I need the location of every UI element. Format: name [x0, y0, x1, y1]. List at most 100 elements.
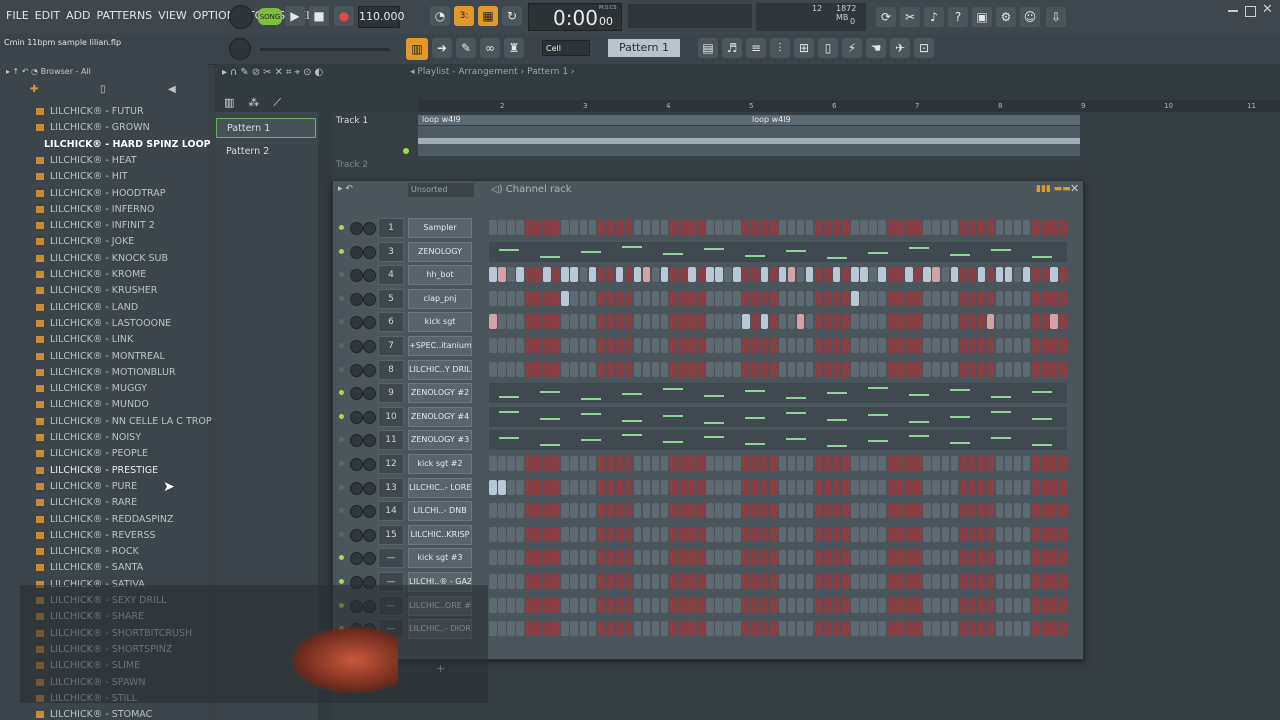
- step-button[interactable]: [733, 597, 741, 613]
- step-button[interactable]: [805, 597, 814, 613]
- step-button[interactable]: [1032, 479, 1040, 495]
- step-button[interactable]: [633, 220, 642, 235]
- step-button[interactable]: [887, 314, 895, 330]
- step-button[interactable]: [923, 267, 931, 283]
- step-button[interactable]: [832, 550, 841, 566]
- step-button[interactable]: [1004, 574, 1013, 589]
- step-button[interactable]: [642, 621, 651, 637]
- step-button[interactable]: [660, 597, 669, 613]
- step-button[interactable]: [670, 338, 678, 353]
- step-button[interactable]: [995, 456, 1004, 471]
- step-button[interactable]: [688, 220, 696, 235]
- step-button[interactable]: [688, 456, 696, 471]
- browser-item[interactable]: LILCHICK® - NN CELLE LA C TROP: [36, 416, 212, 427]
- step-button[interactable]: [841, 338, 850, 353]
- step-button[interactable]: [516, 574, 524, 589]
- step-button[interactable]: [869, 290, 877, 306]
- channel-mixer-track[interactable]: 11: [378, 430, 404, 451]
- step-button[interactable]: [1022, 621, 1031, 637]
- step-button[interactable]: [688, 526, 696, 542]
- step-button[interactable]: [552, 574, 560, 589]
- step-button[interactable]: [814, 597, 823, 613]
- step-button[interactable]: [851, 597, 859, 613]
- step-button[interactable]: [733, 361, 741, 377]
- step-button[interactable]: [733, 456, 741, 471]
- song-mode-toggle[interactable]: SONG: [258, 8, 282, 25]
- step-button[interactable]: [715, 338, 723, 353]
- step-button[interactable]: [498, 361, 506, 377]
- browser-item[interactable]: LILCHICK® - HEAT: [36, 155, 137, 166]
- step-button[interactable]: [823, 456, 832, 471]
- step-button[interactable]: [950, 361, 959, 377]
- step-button[interactable]: [1032, 574, 1040, 589]
- step-button[interactable]: [624, 338, 633, 353]
- step-button[interactable]: [561, 267, 569, 283]
- step-button[interactable]: [597, 574, 606, 589]
- step-button[interactable]: [742, 290, 750, 306]
- step-button[interactable]: [742, 456, 750, 471]
- step-button[interactable]: [841, 290, 850, 306]
- step-button[interactable]: [1013, 479, 1022, 495]
- step-button[interactable]: [959, 290, 968, 306]
- step-button[interactable]: [950, 267, 959, 283]
- step-button[interactable]: [597, 479, 606, 495]
- browser-item[interactable]: LILCHICK® - PEOPLE: [36, 448, 148, 459]
- step-button[interactable]: [995, 220, 1004, 235]
- step-button[interactable]: [679, 220, 687, 235]
- step-button[interactable]: [878, 526, 886, 542]
- step-button[interactable]: [823, 220, 832, 235]
- step-button[interactable]: [1059, 526, 1067, 542]
- step-button[interactable]: [1050, 574, 1058, 589]
- step-button[interactable]: [624, 526, 633, 542]
- step-button[interactable]: [823, 526, 832, 542]
- step-button[interactable]: [642, 503, 651, 519]
- step-button[interactable]: [1059, 290, 1067, 306]
- step-button[interactable]: [579, 621, 587, 637]
- step-button[interactable]: [1050, 550, 1058, 566]
- step-button[interactable]: [552, 503, 560, 519]
- step-button[interactable]: [670, 503, 678, 519]
- wait-input-button[interactable]: 3:: [454, 6, 474, 26]
- step-button[interactable]: [1050, 314, 1058, 330]
- step-button[interactable]: [760, 267, 768, 283]
- step-button[interactable]: [977, 621, 986, 637]
- step-button[interactable]: [814, 338, 823, 353]
- step-button[interactable]: [561, 220, 569, 235]
- step-button[interactable]: [995, 314, 1004, 330]
- step-button[interactable]: [715, 290, 723, 306]
- step-button[interactable]: [588, 220, 597, 235]
- step-button[interactable]: [642, 220, 651, 235]
- step-button[interactable]: [570, 574, 578, 589]
- step-button[interactable]: [606, 267, 615, 283]
- save-button[interactable]: ▣: [972, 7, 992, 27]
- step-button[interactable]: [1050, 220, 1058, 235]
- channel-mixer-track[interactable]: 4: [378, 265, 404, 286]
- step-button[interactable]: [1022, 267, 1031, 283]
- step-button[interactable]: [543, 456, 551, 471]
- step-button[interactable]: [1004, 479, 1013, 495]
- step-button[interactable]: [932, 574, 940, 589]
- step-button[interactable]: [697, 456, 705, 471]
- step-button[interactable]: [633, 456, 642, 471]
- step-button[interactable]: [932, 290, 940, 306]
- step-button[interactable]: [642, 526, 651, 542]
- channel-led[interactable]: [339, 390, 344, 396]
- channel-name-button[interactable]: ZENOLOGY: [408, 241, 472, 262]
- step-button[interactable]: [851, 621, 859, 637]
- step-button[interactable]: [660, 550, 669, 566]
- step-button[interactable]: [914, 220, 922, 235]
- step-button[interactable]: [814, 574, 823, 589]
- step-button[interactable]: [1032, 456, 1040, 471]
- step-button[interactable]: [507, 479, 515, 495]
- step-button[interactable]: [516, 479, 524, 495]
- step-button[interactable]: [805, 621, 814, 637]
- step-button[interactable]: [887, 621, 895, 637]
- channel-pan-knob[interactable]: [350, 269, 363, 283]
- step-button[interactable]: [1041, 361, 1049, 377]
- step-button[interactable]: [498, 338, 506, 353]
- step-button[interactable]: [1050, 597, 1058, 613]
- step-button[interactable]: [534, 314, 542, 330]
- step-button[interactable]: [905, 267, 913, 283]
- step-button[interactable]: [615, 503, 624, 519]
- step-button[interactable]: [851, 290, 859, 306]
